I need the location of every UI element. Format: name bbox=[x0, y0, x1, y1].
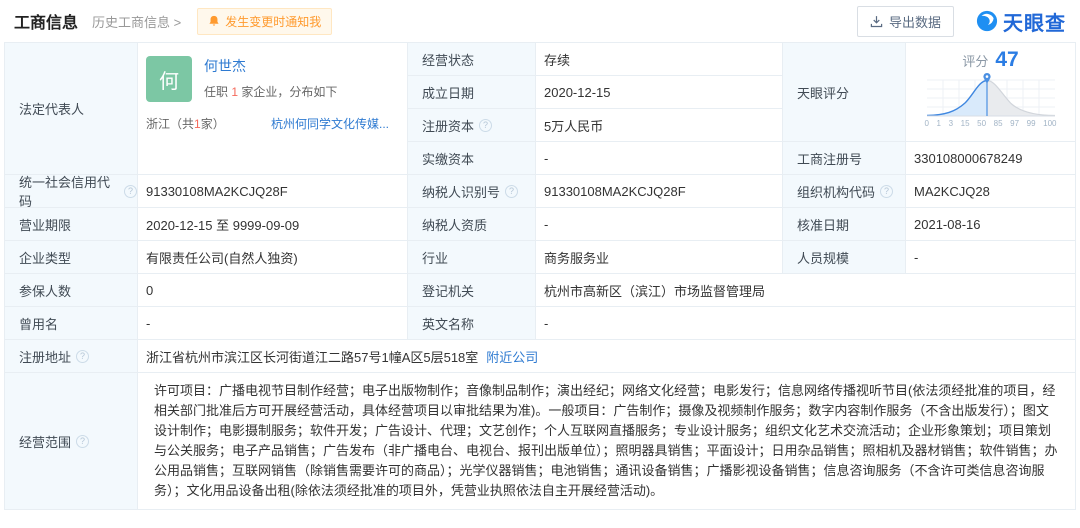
score-axis-ticks: 0 1 3 15 50 85 97 99 100 bbox=[924, 119, 1057, 128]
field-label-status: 经营状态 bbox=[408, 43, 536, 76]
change-notify-label: 发生变更时通知我 bbox=[225, 14, 322, 29]
legal-representative-card: 何 何世杰 任职 1 家企业，分布如下 浙江（共1家） 杭州何同学文化传媒... bbox=[138, 43, 408, 175]
score-word: 评分 bbox=[962, 54, 989, 69]
field-value-business-scope: 许可项目：广播电视节目制作经营；电子出版物制作；音像制品制作；演出经纪；网络文化… bbox=[138, 373, 1075, 509]
export-data-button[interactable]: 导出数据 bbox=[856, 5, 954, 37]
legal-rep-avatar: 何 bbox=[146, 56, 192, 102]
help-icon[interactable]: ? bbox=[479, 118, 493, 132]
legal-rep-name-link[interactable]: 何世杰 bbox=[204, 56, 246, 76]
field-label-approval-date: 核准日期 bbox=[783, 208, 906, 241]
score-value: 47 bbox=[995, 48, 1019, 71]
brand-logo[interactable]: 天眼查 bbox=[976, 7, 1066, 36]
tianyancha-logo-icon bbox=[976, 10, 998, 32]
help-icon[interactable]: ? bbox=[124, 184, 137, 198]
field-value-credit-code: 91330108MA2KCJQ28F bbox=[138, 175, 408, 208]
help-icon[interactable]: ? bbox=[76, 434, 90, 448]
field-value-paid-capital: - bbox=[536, 142, 783, 175]
legal-rep-positions: 任职 1 家企业，分布如下 bbox=[204, 85, 338, 99]
field-value-business-term: 2020-12-15 至 9999-09-09 bbox=[138, 208, 408, 241]
field-value-taxpayer-qualification: - bbox=[536, 208, 783, 241]
export-data-label: 导出数据 bbox=[888, 14, 941, 30]
legal-rep-top-row: 何 何世杰 任职 1 家企业，分布如下 bbox=[146, 56, 397, 102]
help-icon[interactable]: ? bbox=[880, 184, 894, 198]
field-value-taxpayer-id: 91330108MA2KCJQ28F bbox=[536, 175, 783, 208]
field-value-registered-address: 浙江省杭州市滨江区长河街道江二路57号1幢A区5层518室 附近公司 bbox=[138, 340, 1075, 373]
tianyan-score-card[interactable]: 评分 47 0 1 3 15 50 85 97 99 100 bbox=[906, 43, 1075, 142]
field-label-registered-address: 注册地址? bbox=[5, 340, 138, 373]
field-label-company-type: 企业类型 bbox=[5, 241, 138, 274]
field-label-paid-capital: 实缴资本 bbox=[408, 142, 536, 175]
field-label-credit-code: 统一社会信用代码? bbox=[5, 175, 138, 208]
field-label-reg-number: 工商注册号 bbox=[783, 142, 906, 175]
field-value-approval-date: 2021-08-16 bbox=[906, 208, 1075, 241]
field-value-established: 2020-12-15 bbox=[536, 76, 783, 109]
field-label-english-name: 英文名称 bbox=[408, 307, 536, 340]
help-icon[interactable]: ? bbox=[76, 349, 90, 363]
field-value-reg-number: 330108000678249 bbox=[906, 142, 1075, 175]
field-label-business-scope: 经营范围? bbox=[5, 373, 138, 509]
field-value-registered-capital: 5万人民币 bbox=[536, 109, 783, 142]
field-value-status: 存续 bbox=[536, 43, 783, 76]
field-label-tianyan-score: 天眼评分 bbox=[783, 43, 906, 142]
field-label-established: 成立日期 bbox=[408, 76, 536, 109]
field-value-staff-size: - bbox=[906, 241, 1075, 274]
legal-rep-identity: 何世杰 任职 1 家企业，分布如下 bbox=[204, 56, 337, 102]
field-label-business-term: 营业期限 bbox=[5, 208, 138, 241]
history-info-link[interactable]: 历史工商信息 > bbox=[92, 12, 181, 31]
field-value-org-code: MA2KCJQ28 bbox=[906, 175, 1075, 208]
field-label-org-code: 组织机构代码? bbox=[783, 175, 906, 208]
page-title: 工商信息 bbox=[14, 15, 79, 32]
field-value-english-name: - bbox=[536, 307, 1075, 340]
address-text: 浙江省杭州市滨江区长河街道江二路57号1幢A区5层518室 bbox=[146, 349, 479, 365]
score-distribution-chart bbox=[926, 73, 1055, 117]
field-label-former-name: 曾用名 bbox=[5, 307, 138, 340]
field-value-former-name: - bbox=[138, 307, 408, 340]
field-label-registry-authority: 登记机关 bbox=[408, 274, 536, 307]
bell-icon bbox=[209, 15, 219, 26]
field-label-insured-count: 参保人数 bbox=[5, 274, 138, 307]
score-readout: 评分 47 bbox=[962, 48, 1018, 72]
field-label-taxpayer-id: 纳税人识别号? bbox=[408, 175, 536, 208]
field-label-industry: 行业 bbox=[408, 241, 536, 274]
nearby-companies-link[interactable]: 附近公司 bbox=[486, 347, 538, 366]
legal-rep-distribution-row: 浙江（共1家） 杭州何同学文化传媒... bbox=[146, 115, 397, 132]
panel-header: 工商信息 历史工商信息 > 发生变更时通知我 导出数据 天眼查 bbox=[4, 0, 1076, 42]
brand-name: 天眼查 bbox=[1003, 12, 1066, 35]
help-icon[interactable]: ? bbox=[505, 184, 519, 198]
field-value-industry: 商务服务业 bbox=[536, 241, 783, 274]
legal-rep-company-link[interactable]: 杭州何同学文化传媒... bbox=[271, 115, 397, 132]
field-label-taxpayer-qualification: 纳税人资质 bbox=[408, 208, 536, 241]
field-label-staff-size: 人员规模 bbox=[783, 241, 906, 274]
legal-rep-region: 浙江（共1家） bbox=[146, 117, 225, 131]
field-label-registered-capital: 注册资本? bbox=[408, 109, 536, 142]
field-label-legal-representative: 法定代表人 bbox=[5, 43, 138, 175]
region-count: 1 bbox=[194, 117, 201, 131]
business-info-panel: 工商信息 历史工商信息 > 发生变更时通知我 导出数据 天眼查 法定代表人 何 bbox=[0, 0, 1080, 510]
business-info-table: 法定代表人 何 何世杰 任职 1 家企业，分布如下 浙江（共1家） 杭州何同学文… bbox=[4, 42, 1076, 510]
field-value-insured-count: 0 bbox=[138, 274, 408, 307]
change-notify-badge[interactable]: 发生变更时通知我 bbox=[197, 7, 333, 35]
download-icon bbox=[870, 15, 883, 27]
field-value-registry-authority: 杭州市高新区（滨江）市场监督管理局 bbox=[536, 274, 1075, 307]
field-value-company-type: 有限责任公司(自然人独资) bbox=[138, 241, 408, 274]
